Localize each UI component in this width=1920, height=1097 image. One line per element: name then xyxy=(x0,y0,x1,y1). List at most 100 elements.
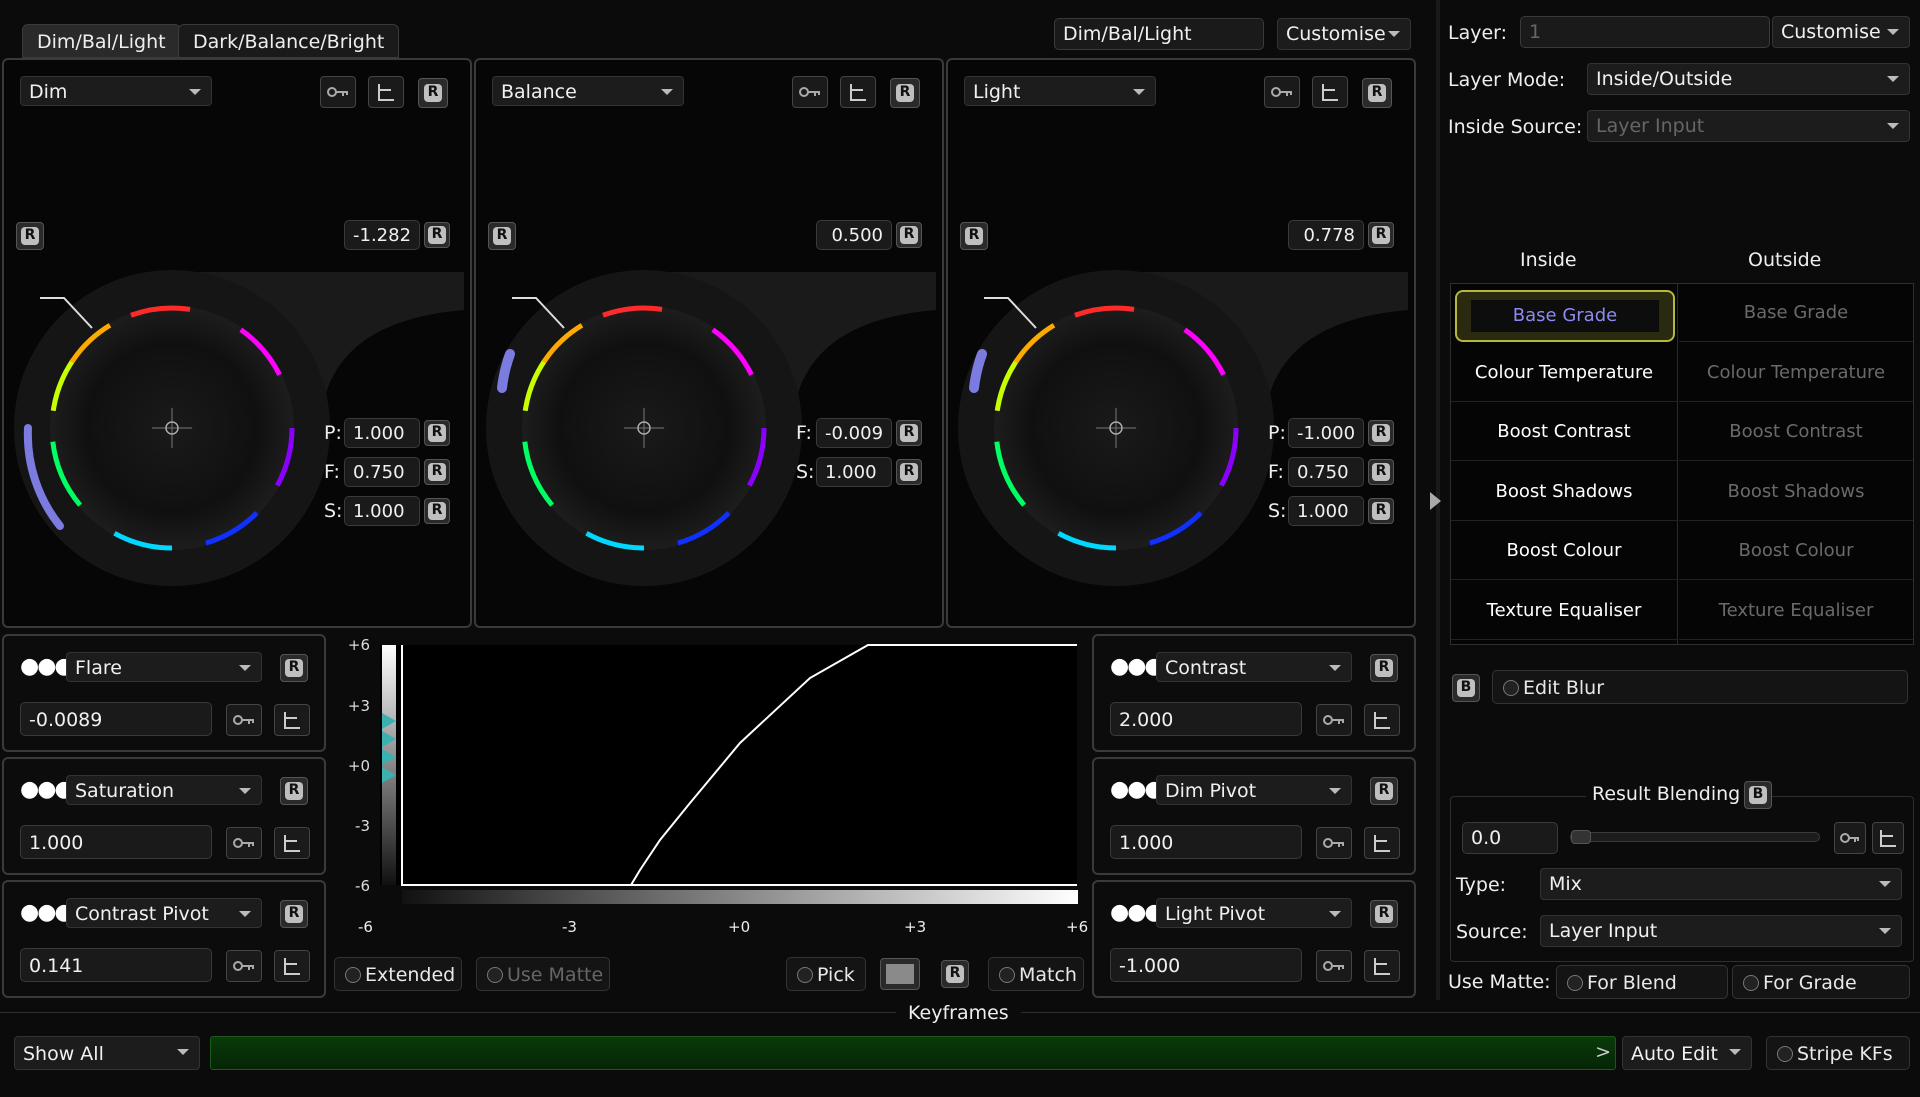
key-icon[interactable] xyxy=(226,827,262,859)
wheel-angle-reset-button[interactable]: R xyxy=(960,222,988,250)
wheel-param-field[interactable]: 1.000 xyxy=(816,457,892,487)
graph-icon[interactable] xyxy=(1364,950,1400,982)
key-icon[interactable] xyxy=(1264,76,1300,108)
wheel-value-reset-button[interactable]: R xyxy=(1368,222,1394,248)
control-reset-button[interactable]: R xyxy=(1370,777,1398,805)
pick-button[interactable]: Pick xyxy=(786,957,866,991)
wheel-param-field[interactable]: 0.750 xyxy=(1288,457,1364,487)
wheel-mode-dropdown[interactable]: Balance xyxy=(492,76,684,106)
graph-icon[interactable] xyxy=(368,76,404,108)
drag-handle-icon[interactable]: ●●● xyxy=(20,654,74,679)
drag-handle-icon[interactable]: ●●● xyxy=(1110,654,1164,679)
control-dropdown[interactable]: Light Pivot xyxy=(1156,898,1352,928)
outside-grade-item[interactable]: Boost Colour xyxy=(1679,522,1913,580)
wheel-mode-dropdown[interactable]: Dim xyxy=(20,76,212,106)
inside-grade-item[interactable]: Boost Contrast xyxy=(1451,403,1677,461)
outside-grade-item[interactable]: Texture Equaliser xyxy=(1679,582,1913,640)
control-value-field[interactable]: 2.000 xyxy=(1110,702,1302,736)
colour-wheel[interactable] xyxy=(476,200,946,600)
outside-grade-item[interactable]: Base Grade xyxy=(1679,284,1913,342)
keyframe-timeline[interactable]: > xyxy=(210,1036,1616,1070)
for-blend-checkbox[interactable]: For Blend xyxy=(1556,965,1728,999)
tone-curve-graph[interactable]: +6 +3 +0 -3 -6 xyxy=(340,633,1080,918)
layer-customise-dropdown[interactable]: Customise xyxy=(1772,16,1910,48)
wheel-value-reset-button[interactable]: R xyxy=(424,222,450,248)
graph-icon[interactable] xyxy=(840,76,876,108)
control-reset-button[interactable]: R xyxy=(280,654,308,682)
layer-field[interactable]: 1 xyxy=(1520,16,1770,48)
wheel-reset-button[interactable]: R xyxy=(890,78,920,108)
timeline-arrow-icon[interactable]: > xyxy=(1595,1041,1611,1063)
wheel-param-field[interactable]: -1.000 xyxy=(1288,418,1364,448)
key-icon[interactable] xyxy=(226,950,262,982)
control-dropdown[interactable]: Contrast xyxy=(1156,652,1352,682)
outside-grade-item[interactable]: Colour Temperature xyxy=(1679,344,1913,402)
drag-handle-icon[interactable]: ●●● xyxy=(20,777,74,802)
wheel-param-reset-button[interactable]: R xyxy=(1368,498,1394,524)
wheel-reset-button[interactable]: R xyxy=(1362,78,1392,108)
control-reset-button[interactable]: R xyxy=(280,900,308,928)
key-icon[interactable] xyxy=(1316,827,1352,859)
inside-grade-base-grade[interactable]: Base Grade xyxy=(1455,290,1675,342)
control-value-field[interactable]: -1.000 xyxy=(1110,948,1302,982)
inside-grade-item[interactable]: Boost Colour xyxy=(1451,522,1677,580)
inside-grade-item[interactable]: Boost Shadows xyxy=(1451,463,1677,521)
control-dropdown[interactable]: Saturation xyxy=(66,775,262,805)
result-blending-b-button[interactable]: B xyxy=(1744,781,1772,809)
match-button[interactable]: Match xyxy=(988,957,1084,991)
blur-b-button[interactable]: B xyxy=(1452,674,1480,702)
blend-graph-icon[interactable] xyxy=(1872,822,1904,854)
stripe-kfs-checkbox[interactable]: Stripe KFs xyxy=(1766,1036,1910,1070)
wheel-param-field[interactable]: 0.750 xyxy=(344,457,420,487)
wheel-value-reset-button[interactable]: R xyxy=(896,222,922,248)
wheel-param-reset-button[interactable]: R xyxy=(896,420,922,446)
extended-checkbox[interactable]: Extended xyxy=(334,957,462,991)
show-all-dropdown[interactable]: Show All xyxy=(14,1036,200,1070)
wheel-value-field[interactable]: 0.500 xyxy=(816,220,892,250)
pick-reset-button[interactable]: R xyxy=(941,960,969,988)
blend-slider[interactable] xyxy=(1570,830,1820,844)
auto-edit-dropdown[interactable]: Auto Edit xyxy=(1622,1036,1752,1070)
graph-icon[interactable] xyxy=(274,950,310,982)
layer-mode-dropdown[interactable]: Inside/Outside xyxy=(1587,63,1910,95)
wheel-angle-reset-button[interactable]: R xyxy=(16,222,44,250)
preset-name-field[interactable]: Dim/Bal/Light xyxy=(1054,18,1264,50)
wheel-param-reset-button[interactable]: R xyxy=(896,459,922,485)
wheel-value-field[interactable]: -1.282 xyxy=(344,220,420,250)
collapse-arrow-icon[interactable] xyxy=(1430,492,1441,510)
customise-dropdown[interactable]: Customise xyxy=(1277,18,1411,50)
for-grade-checkbox[interactable]: For Grade xyxy=(1732,965,1910,999)
drag-handle-icon[interactable]: ●●● xyxy=(1110,900,1164,925)
control-reset-button[interactable]: R xyxy=(1370,654,1398,682)
type-dropdown[interactable]: Mix xyxy=(1540,868,1902,900)
drag-handle-icon[interactable]: ●●● xyxy=(1110,777,1164,802)
wheel-param-reset-button[interactable]: R xyxy=(424,459,450,485)
inside-grade-item[interactable]: Texture Equaliser xyxy=(1451,582,1677,640)
wheel-value-field[interactable]: 0.778 xyxy=(1288,220,1364,250)
graph-icon[interactable] xyxy=(274,827,310,859)
drag-handle-icon[interactable]: ●●● xyxy=(20,900,74,925)
graph-icon[interactable] xyxy=(274,704,310,736)
wheel-param-reset-button[interactable]: R xyxy=(1368,459,1394,485)
outside-grade-item[interactable]: Boost Contrast xyxy=(1679,403,1913,461)
colour-wheel[interactable] xyxy=(948,200,1418,600)
wheel-param-reset-button[interactable]: R xyxy=(424,420,450,446)
use-matte-checkbox[interactable]: Use Matte xyxy=(476,957,610,991)
key-icon[interactable] xyxy=(1316,950,1352,982)
key-icon[interactable] xyxy=(226,704,262,736)
tab-dim-bal-light[interactable]: Dim/Bal/Light xyxy=(22,24,181,58)
pick-swatch[interactable] xyxy=(880,958,920,990)
control-reset-button[interactable]: R xyxy=(280,777,308,805)
key-icon[interactable] xyxy=(792,76,828,108)
key-icon[interactable] xyxy=(320,76,356,108)
blend-key-icon[interactable] xyxy=(1834,822,1866,854)
wheel-reset-button[interactable]: R xyxy=(418,78,448,108)
wheel-param-field[interactable]: 1.000 xyxy=(344,418,420,448)
wheel-param-reset-button[interactable]: R xyxy=(424,498,450,524)
source-dropdown[interactable]: Layer Input xyxy=(1540,915,1902,947)
blend-value-field[interactable]: 0.0 xyxy=(1462,822,1558,854)
tab-dark-balance-bright[interactable]: Dark/Balance/Bright xyxy=(178,24,400,58)
inside-grade-item[interactable]: Colour Temperature xyxy=(1451,344,1677,402)
wheel-param-field[interactable]: 1.000 xyxy=(344,496,420,526)
inside-source-dropdown[interactable]: Layer Input xyxy=(1587,110,1910,142)
